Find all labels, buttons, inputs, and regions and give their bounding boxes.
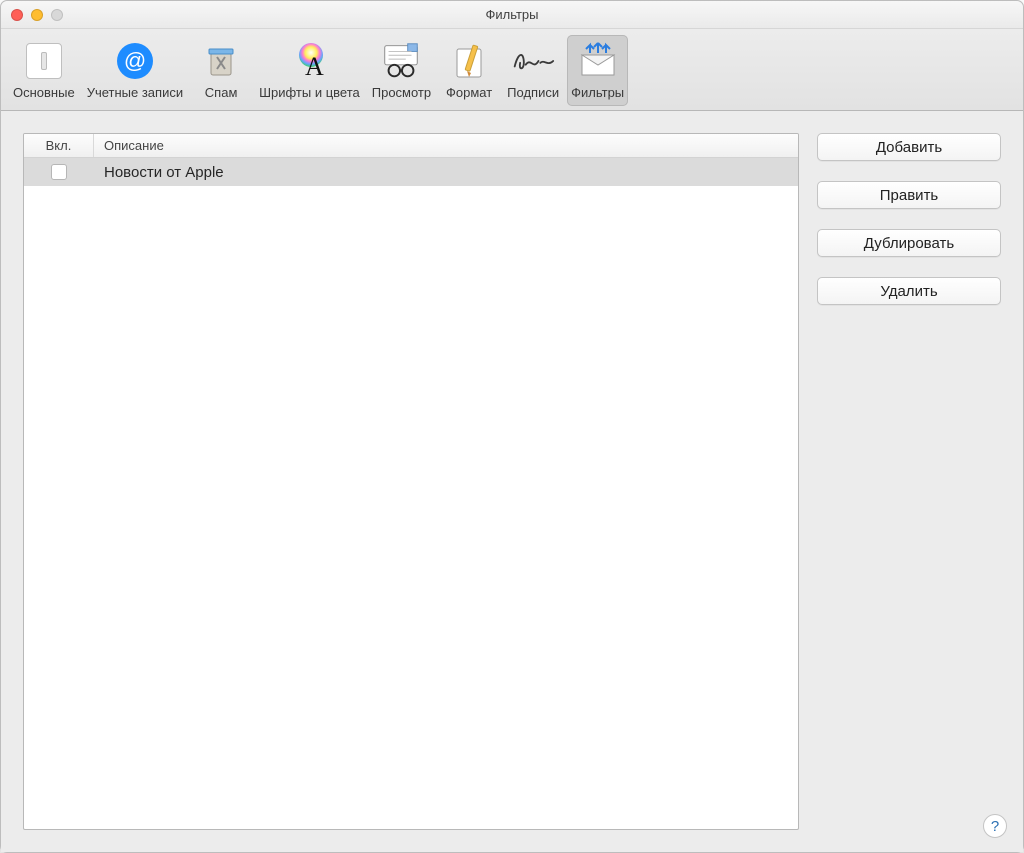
- duplicate-button[interactable]: Дублировать: [817, 229, 1001, 257]
- rules-side-buttons: Добавить Править Дублировать Удалить: [817, 133, 1001, 830]
- tab-junk[interactable]: Спам: [191, 35, 251, 106]
- svg-text:A: A: [305, 52, 324, 81]
- tab-label: Фильтры: [571, 85, 624, 100]
- accounts-icon: @: [113, 39, 157, 83]
- tab-label: Шрифты и цвета: [259, 85, 360, 100]
- tab-label: Основные: [13, 85, 75, 100]
- minimize-icon[interactable]: [31, 9, 43, 21]
- tab-label: Спам: [205, 85, 238, 100]
- rule-enabled-checkbox[interactable]: [51, 164, 67, 180]
- rules-list: Вкл. Описание Новости от Apple: [23, 133, 799, 830]
- tab-general[interactable]: Основные: [9, 35, 79, 106]
- tab-signatures[interactable]: Подписи: [503, 35, 563, 106]
- content-area: Вкл. Описание Новости от Apple Добавить …: [1, 111, 1023, 852]
- tab-accounts[interactable]: @ Учетные записи: [83, 35, 187, 106]
- tab-rules[interactable]: Фильтры: [567, 35, 628, 106]
- tab-label: Подписи: [507, 85, 559, 100]
- edit-button[interactable]: Править: [817, 181, 1001, 209]
- signatures-icon: [511, 39, 555, 83]
- svg-text:@: @: [124, 48, 146, 73]
- help-icon: ?: [991, 818, 999, 835]
- preferences-toolbar: Основные @ Учетные записи Спам: [1, 29, 1023, 111]
- general-icon: [22, 39, 66, 83]
- zoom-icon[interactable]: [51, 9, 63, 21]
- junk-icon: [199, 39, 243, 83]
- cell-enabled: [24, 164, 94, 180]
- rules-list-header: Вкл. Описание: [24, 134, 798, 158]
- tab-label: Просмотр: [372, 85, 431, 100]
- delete-button[interactable]: Удалить: [817, 277, 1001, 305]
- titlebar[interactable]: Фильтры: [1, 1, 1023, 29]
- tab-fonts-colors[interactable]: A Шрифты и цвета: [255, 35, 364, 106]
- window-title: Фильтры: [485, 7, 538, 22]
- fonts-colors-icon: A: [287, 39, 331, 83]
- tab-label: Учетные записи: [87, 85, 183, 100]
- rules-list-body[interactable]: Новости от Apple: [24, 158, 798, 829]
- tab-label: Формат: [446, 85, 492, 100]
- rules-icon: [576, 39, 620, 83]
- tab-composing[interactable]: Формат: [439, 35, 499, 106]
- preferences-window: Фильтры Основные @ Учетные записи: [0, 0, 1024, 853]
- help-button[interactable]: ?: [983, 814, 1007, 838]
- tab-viewing[interactable]: Просмотр: [368, 35, 435, 106]
- close-icon[interactable]: [11, 9, 23, 21]
- column-header-description[interactable]: Описание: [94, 134, 798, 157]
- table-row[interactable]: Новости от Apple: [24, 158, 798, 186]
- add-button[interactable]: Добавить: [817, 133, 1001, 161]
- cell-description: Новости от Apple: [94, 164, 798, 181]
- composing-icon: [447, 39, 491, 83]
- window-controls: [11, 1, 63, 28]
- viewing-icon: [379, 39, 423, 83]
- column-header-enabled[interactable]: Вкл.: [24, 134, 94, 157]
